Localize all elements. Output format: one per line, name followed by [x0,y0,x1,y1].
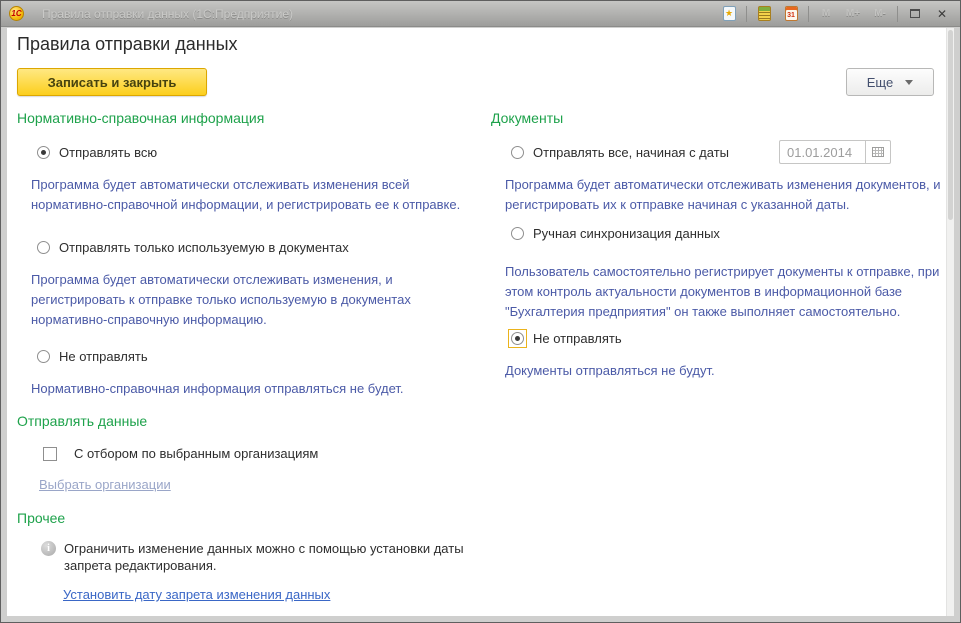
titlebar-icons: ★ 31 M M+ M- ✕ [719,5,952,23]
edit-restriction-note-text: Ограничить изменение данных можно с помо… [64,540,479,574]
radio-icon[interactable] [511,332,524,345]
nsi-option-do-not-send[interactable]: Не отправлять [37,348,479,365]
filter-by-organizations-option[interactable]: С отбором по выбранным организациям [43,445,479,462]
start-date-input[interactable] [779,140,865,164]
app-window: 1С Правила отправки данных (1С:Предприят… [0,0,961,623]
nsi-option-send-all[interactable]: Отправлять всю [37,144,479,161]
other-section-title: Прочее [17,508,479,528]
maximize-button[interactable] [905,5,925,23]
docs-option-send-all-description: Программа будет автоматически отслеживат… [505,175,943,215]
docs-option-manual-sync[interactable]: Ручная синхронизация данных [511,225,943,242]
radio-label: Не отправлять [533,331,622,346]
select-organizations-link[interactable]: Выбрать организации [39,477,171,492]
titlebar: 1С Правила отправки данных (1С:Предприят… [1,1,960,27]
radio-icon[interactable] [37,241,50,254]
nsi-option-do-not-send-description: Нормативно-справочная информация отправл… [31,379,479,399]
chevron-down-icon [905,80,913,85]
titlebar-separator [746,6,747,22]
scrollbar-thumb[interactable] [948,30,953,220]
info-icon: i [41,541,56,556]
nsi-option-send-used-only[interactable]: Отправлять только используемую в докумен… [37,239,479,256]
calculator-icon [758,6,771,21]
date-picker-button[interactable] [865,140,891,164]
close-icon: ✕ [937,8,947,20]
radio-icon[interactable] [511,146,524,159]
maximize-icon [910,9,920,18]
favorites-button[interactable]: ★ [719,5,739,23]
save-and-close-button[interactable]: Записать и закрыть [17,68,207,96]
docs-option-do-not-send[interactable]: Не отправлять [511,330,943,347]
nsi-option-send-all-description: Программа будет автоматически отслеживат… [31,175,479,215]
docs-option-manual-sync-description: Пользователь самостоятельно регистрирует… [505,262,943,322]
calendar-picker-icon [872,147,884,157]
close-button[interactable]: ✕ [932,5,952,23]
titlebar-separator [897,6,898,22]
more-button[interactable]: Еще [846,68,934,96]
documents-section-title: Документы [491,108,943,128]
form-content: Правила отправки данных Записать и закры… [7,28,954,616]
radio-icon[interactable] [37,146,50,159]
more-button-label: Еще [867,75,893,90]
radio-icon[interactable] [37,350,50,363]
radio-label: Ручная синхронизация данных [533,226,720,241]
memory-m-button: M [816,5,836,23]
nsi-section-title: Нормативно-справочная информация [17,108,479,128]
memory-m-plus-button: M+ [843,5,863,23]
page-title: Правила отправки данных [17,34,238,55]
send-data-section-title: Отправлять данные [17,411,479,431]
calendar-button[interactable]: 31 [781,5,801,23]
favorites-star-icon: ★ [723,6,736,21]
calculator-button[interactable] [754,5,774,23]
radio-icon[interactable] [511,227,524,240]
window-title: Правила отправки данных (1С:Предприятие) [42,7,719,21]
docs-option-send-all-from-date[interactable]: Отправлять все, начиная с даты [511,144,943,161]
radio-label: Отправлять всю [59,145,157,160]
docs-option-do-not-send-description: Документы отправляться не будут. [505,361,943,381]
memory-m-minus-button: M- [870,5,890,23]
start-date-field [779,140,891,164]
edit-restriction-note: i Ограничить изменение данных можно с по… [41,540,479,574]
checkbox-icon[interactable] [43,447,57,461]
checkbox-label: С отбором по выбранным организациям [74,446,318,461]
nsi-option-send-used-only-description: Программа будет автоматически отслеживат… [31,270,479,330]
radio-label: Не отправлять [59,349,148,364]
titlebar-separator [808,6,809,22]
documents-section: Документы Отправлять все, начиная с даты… [491,108,943,381]
radio-label: Отправлять только используемую в докумен… [59,240,349,255]
focus-outline [508,329,527,348]
set-restriction-date-link[interactable]: Установить дату запрета изменения данных [63,587,330,602]
calendar-icon: 31 [785,6,798,21]
radio-label: Отправлять все, начиная с даты [533,145,729,160]
nsi-section: Нормативно-справочная информация Отправл… [17,108,479,604]
vertical-scrollbar[interactable] [946,28,954,616]
1c-logo-icon: 1С [9,6,24,21]
